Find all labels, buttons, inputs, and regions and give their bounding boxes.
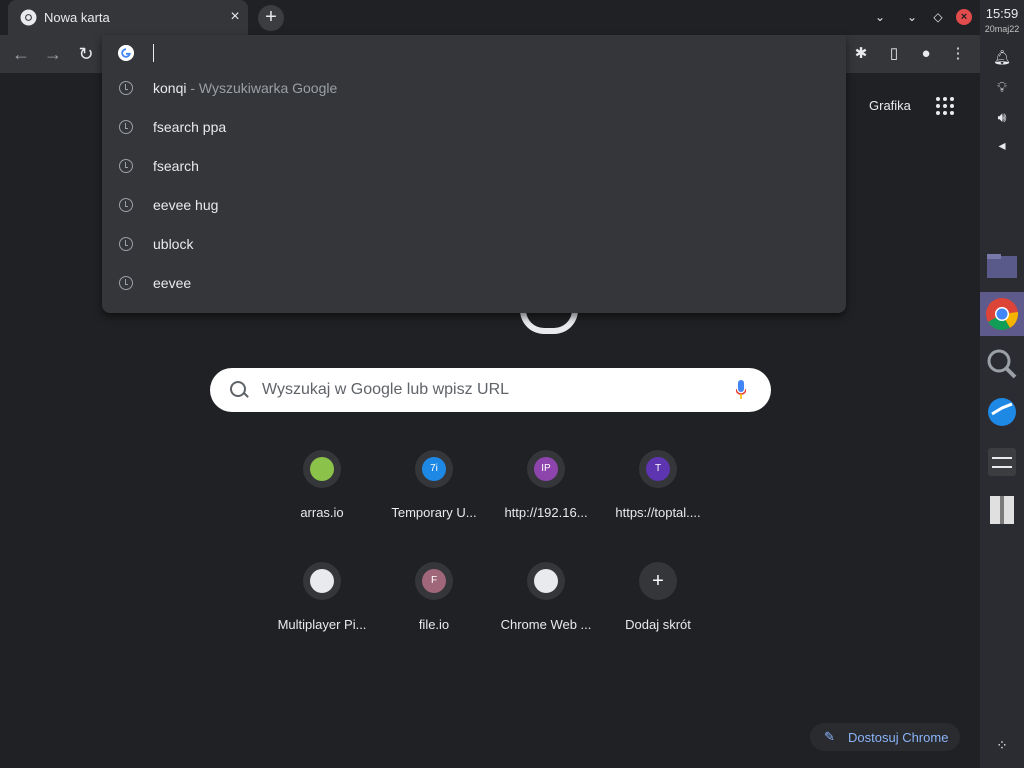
omnibox-suggestion[interactable]: eevee hug <box>102 186 846 225</box>
shortcut-label: file.io <box>418 617 450 632</box>
shortcut-tile[interactable]: Chrome Web ... <box>490 562 602 674</box>
volume-icon[interactable]: 🔊︎ <box>992 107 1012 127</box>
shortcut-icon-bg: 7i <box>415 450 453 488</box>
customize-chrome-button[interactable]: ✎ Dostosuj Chrome <box>810 723 960 751</box>
title-bar: Nowa karta × + ⌄ ⌄ ◇ × <box>0 0 980 35</box>
forward-icon[interactable]: → <box>42 43 64 65</box>
omnibox-suggestion[interactable]: eevee <box>102 264 846 303</box>
search-box[interactable]: Wyszukaj w Google lub wpisz URL <box>210 368 771 412</box>
apps-grid-icon[interactable] <box>936 97 954 115</box>
mic-icon[interactable] <box>736 380 746 400</box>
shortcut-icon-bg: IP <box>527 450 565 488</box>
plus-icon: + <box>646 569 670 593</box>
window-close-button[interactable]: × <box>956 9 972 25</box>
close-tab-icon[interactable]: × <box>226 8 244 26</box>
7i-icon: 7i <box>422 457 446 481</box>
piano-icon <box>310 569 334 593</box>
browser-app-icon[interactable] <box>980 390 1024 434</box>
history-clock-icon <box>119 120 133 134</box>
bell-icon[interactable]: 🔔︎ <box>992 47 1012 67</box>
profile-icon[interactable]: ● <box>916 44 936 64</box>
omnibox-suggestion[interactable]: ublock <box>102 225 846 264</box>
reload-icon[interactable]: ↻ <box>75 43 97 65</box>
shortcut-label: http://192.16... <box>504 505 588 520</box>
shortcut-icon-bg: + <box>639 562 677 600</box>
history-clock-icon <box>119 276 133 290</box>
shortcut-label: Dodaj skrót <box>625 617 691 632</box>
tab-search-icon[interactable]: ⌄ <box>872 9 888 25</box>
search-app-icon[interactable] <box>980 342 1024 386</box>
ip-icon: IP <box>534 457 558 481</box>
back-icon[interactable]: ← <box>10 43 32 65</box>
shortcut-label: Multiplayer Pi... <box>277 617 367 632</box>
webstore-icon <box>534 569 558 593</box>
suggestion-text: konqi - Wyszukiwarka Google <box>153 80 338 96</box>
shortcut-tile[interactable]: Ffile.io <box>378 562 490 674</box>
bulb-icon[interactable]: 💡︎ <box>992 77 1012 97</box>
shortcut-icon-bg: T <box>639 450 677 488</box>
shortcut-tile[interactable]: IP http://192.16... <box>490 450 602 562</box>
suggestion-text: eevee <box>153 275 192 291</box>
shortcut-label: arras.io <box>300 505 344 520</box>
minimize-icon[interactable]: ⌄ <box>904 9 920 25</box>
omnibox-input[interactable] <box>153 44 154 62</box>
chrome-icon <box>20 9 37 26</box>
new-tab-button[interactable]: + <box>258 5 284 31</box>
shortcut-icon-bg <box>527 562 565 600</box>
menu-icon[interactable]: ⋮ <box>948 44 968 64</box>
shortcut-tile[interactable]: arras.io <box>266 450 378 562</box>
customize-label: Dostosuj Chrome <box>848 730 949 745</box>
tab-new-tab[interactable]: Nowa karta × <box>8 0 248 35</box>
omnibox-suggestion[interactable]: fsearch ppa <box>102 108 846 147</box>
shortcut-icon-bg: F <box>415 562 453 600</box>
system-panel: 15:59 20maj22 🔔︎ 💡︎ 🔊︎ ◂ ⁘ <box>980 0 1024 768</box>
search-icon <box>230 381 246 397</box>
history-clock-icon <box>119 159 133 173</box>
images-link[interactable]: Grafika <box>869 98 911 113</box>
shortcut-icon-bg <box>303 450 341 488</box>
extensions-icon[interactable]: ✱ <box>851 44 871 64</box>
f-icon: F <box>422 569 446 593</box>
collapse-arrow-icon[interactable]: ◂ <box>992 135 1012 155</box>
shortcut-tile[interactable]: Multiplayer Pi... <box>266 562 378 674</box>
google-icon <box>118 45 134 61</box>
shortcut-label: Temporary U... <box>391 505 477 520</box>
files-app-icon[interactable] <box>980 244 1024 288</box>
omnibox-suggestion[interactable]: fsearch <box>102 147 846 186</box>
side-panel-icon[interactable]: ▯ <box>884 44 904 64</box>
launcher-icon[interactable]: ⁘ <box>992 735 1012 755</box>
shortcut-icon-bg <box>303 562 341 600</box>
history-clock-icon <box>119 81 133 95</box>
settings-app-icon[interactable] <box>980 440 1024 484</box>
omnibox-dropdown: konqi - Wyszukiwarka Google fsearch ppa fs… <box>102 35 846 313</box>
tab-title: Nowa karta <box>44 10 110 25</box>
suggestion-text: eevee hug <box>153 197 219 213</box>
omnibox-suggestion[interactable]: konqi - Wyszukiwarka Google <box>102 69 846 108</box>
t-icon: T <box>646 457 670 481</box>
suggestion-text: fsearch ppa <box>153 119 227 135</box>
clock-date: 20maj22 <box>984 24 1020 34</box>
shortcut-label: https://toptal.... <box>615 505 701 520</box>
shortcut-label: Chrome Web ... <box>500 617 592 632</box>
search-input[interactable]: Wyszukaj w Google lub wpisz URL <box>262 381 509 399</box>
clock-time: 15:59 <box>985 6 1019 21</box>
chrome-app-icon[interactable] <box>980 292 1024 336</box>
shortcut-tile[interactable]: 7i Temporary U... <box>378 450 490 562</box>
arras-icon <box>310 457 334 481</box>
shortcut-tile[interactable]: Thttps://toptal.... <box>602 450 714 562</box>
pencil-icon: ✎ <box>824 729 835 744</box>
maximize-icon[interactable]: ◇ <box>930 9 946 25</box>
history-clock-icon <box>119 198 133 212</box>
suggestion-text: ublock <box>153 236 194 252</box>
archive-app-icon[interactable] <box>980 488 1024 532</box>
history-clock-icon <box>119 237 133 251</box>
suggestion-text: fsearch <box>153 158 199 174</box>
shortcut-tile[interactable]: + Dodaj skrót <box>602 562 714 674</box>
